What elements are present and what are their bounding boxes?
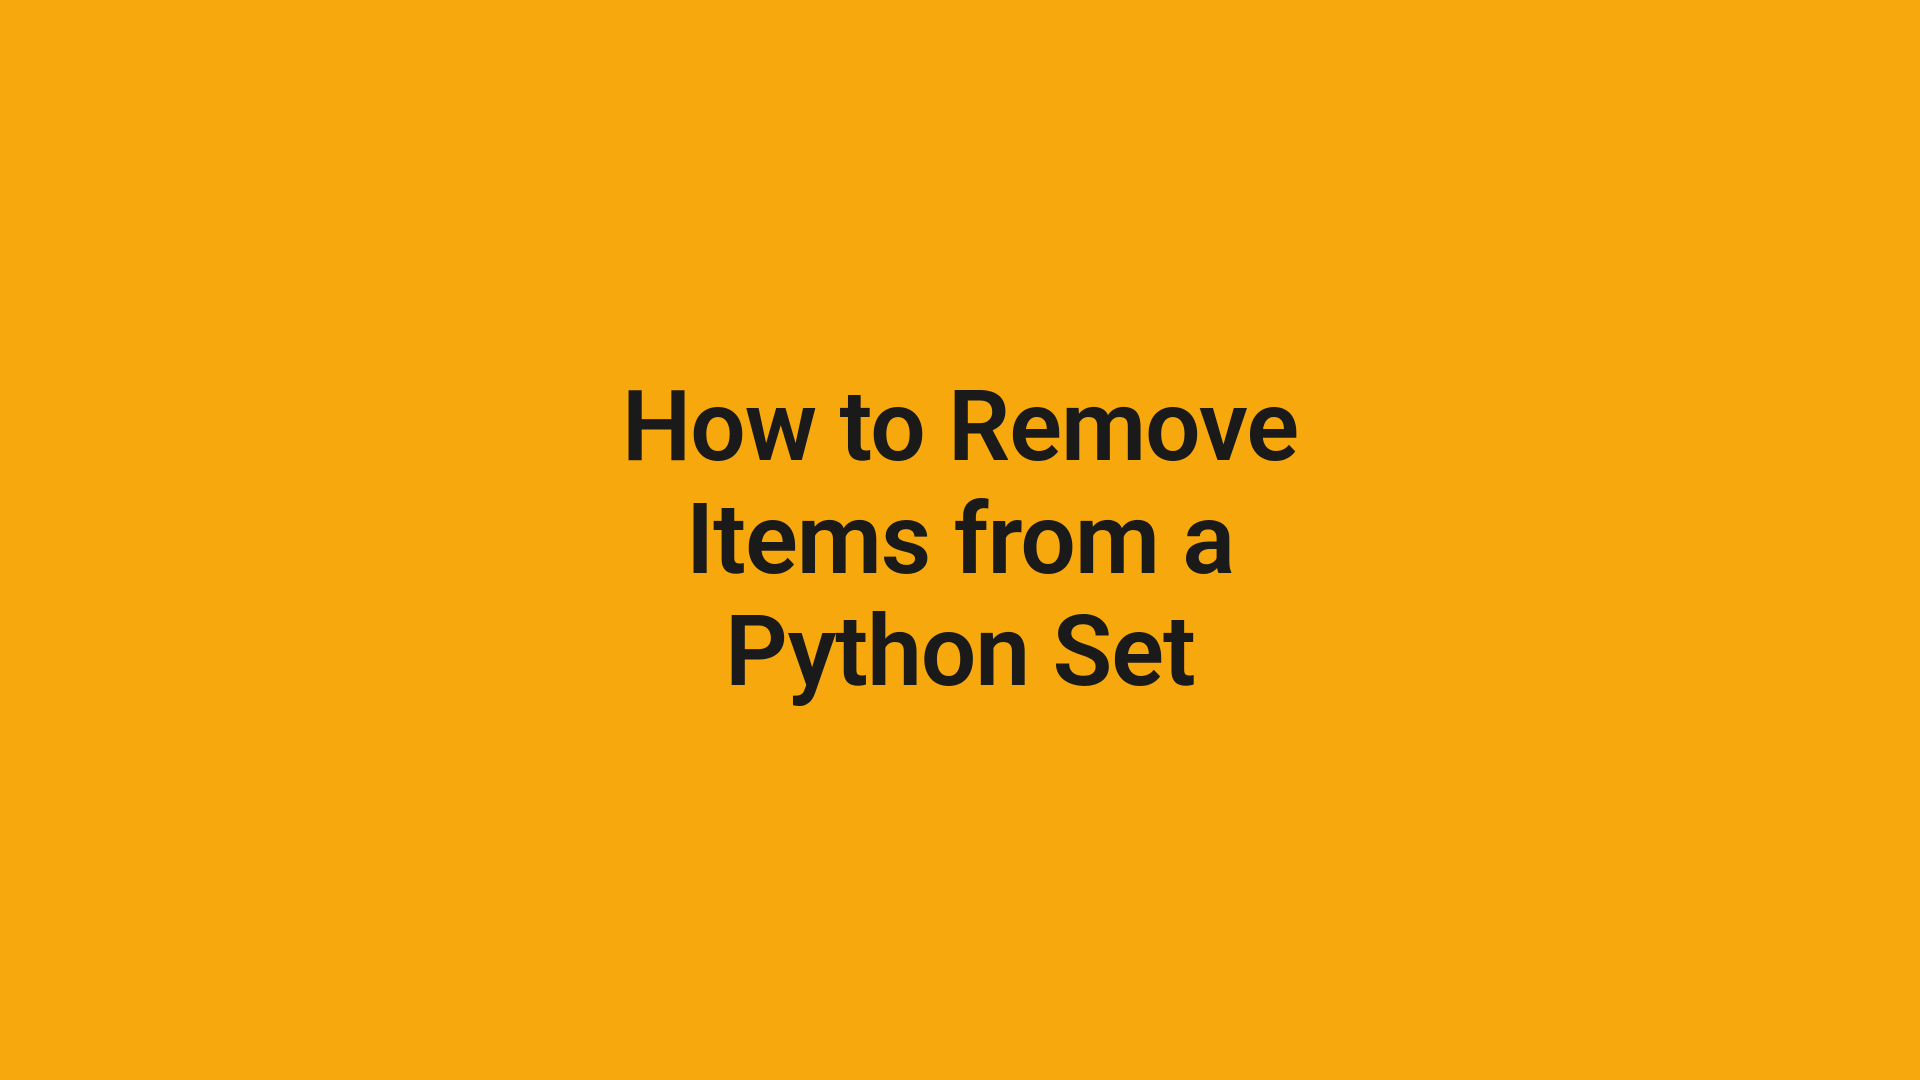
title-line-1: How to Remove [622,369,1298,484]
title-line-2: Items from a [686,482,1234,597]
title-line-3: Python Set [725,594,1195,709]
page-title: How to Remove Items from a Python Set [622,371,1298,709]
